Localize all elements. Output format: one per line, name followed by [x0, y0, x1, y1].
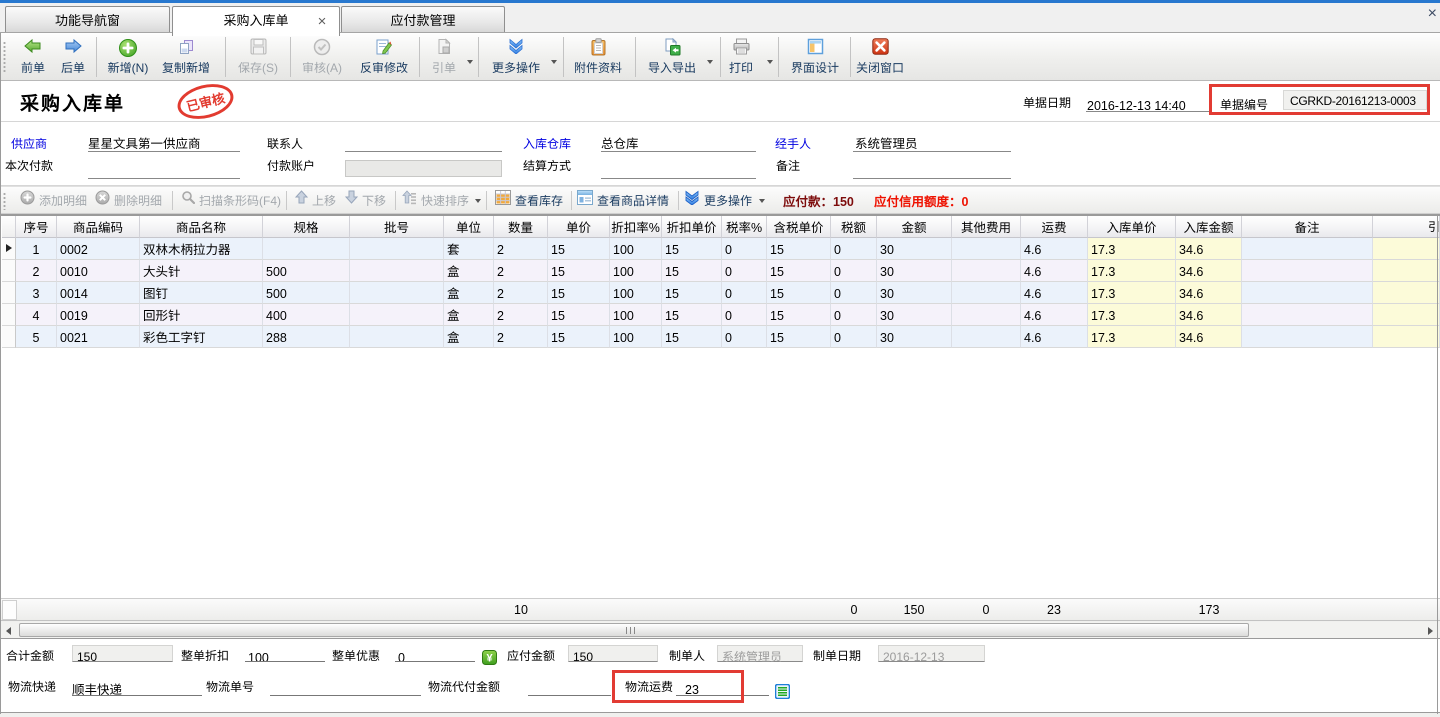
svg-text:¥: ¥ [486, 653, 493, 665]
